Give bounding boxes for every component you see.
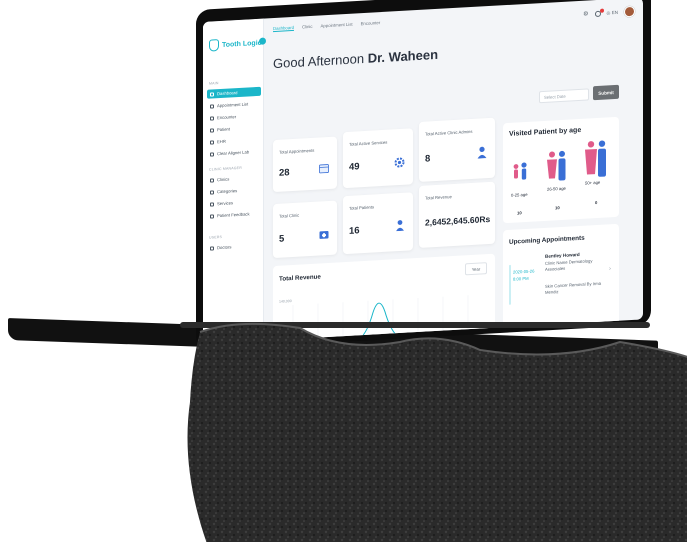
date-select[interactable]: Select Date	[539, 88, 589, 104]
age-group-label: 26-50 age	[547, 185, 566, 192]
visited-by-age-card: Visited Patient by age 0-25 age 26-50 ag…	[503, 116, 619, 224]
chevron-right-icon[interactable]: ›	[609, 266, 611, 272]
doctor-icon	[210, 245, 214, 251]
sidebar-item-appointment-list[interactable]: Appointment List	[207, 99, 261, 111]
child-figures-icon	[513, 162, 527, 180]
rock-pedestal	[187, 322, 687, 542]
tab-encounter[interactable]: Encounter	[361, 20, 381, 27]
dashboard-icon	[210, 91, 214, 97]
sidebar-item-ehr[interactable]: EHR	[207, 135, 261, 147]
logo[interactable]: Tooth Logic	[209, 37, 262, 52]
appointment-date: 2020-05-26 8:00 PM	[513, 268, 535, 282]
appointment-procedure: Skin Cancer Removal By Irma Mendiz	[545, 280, 602, 295]
submit-button[interactable]: Submit	[593, 84, 619, 101]
categories-icon	[210, 189, 214, 195]
sidebar-section-main: MAIN	[209, 81, 219, 86]
gear-icon	[394, 157, 405, 168]
appointment-accent-bar	[509, 264, 511, 305]
senior-figures-icon	[585, 140, 606, 177]
app-name: Tooth Logic	[222, 39, 262, 49]
sidebar-item-clinics[interactable]: Clinics	[207, 173, 261, 185]
age-group-count: 0	[595, 199, 598, 206]
feedback-icon	[210, 213, 214, 219]
year-filter-button[interactable]: Year	[465, 262, 487, 276]
services-icon	[210, 201, 214, 207]
sidebar-item-doctors[interactable]: Doctors	[207, 241, 261, 253]
sidebar-item-patient[interactable]: Patient	[207, 123, 261, 135]
ehr-icon	[210, 139, 214, 145]
sidebar-item-encounter[interactable]: Encounter	[207, 111, 261, 123]
page-title: Good Afternoon Dr. Waheen	[273, 46, 439, 72]
appointment-clinic: Clinic Name Dermatology Associates	[545, 258, 593, 272]
tab-appointment-list[interactable]: Appointment List	[321, 22, 353, 30]
sidebar-item-categories[interactable]: Categories	[207, 185, 261, 197]
age-group-count: 10	[555, 205, 560, 211]
stat-card-patients: Total Patients 16	[343, 192, 413, 255]
scene: Tooth Logic MAIN Dashboard Appointment L…	[0, 0, 687, 542]
globe-icon: ◎	[606, 9, 611, 15]
sidebar-section-users: USERS	[209, 234, 223, 240]
notification-badge	[599, 8, 604, 13]
top-icons: ⚙ ◎ EN	[583, 5, 635, 20]
tab-dashboard[interactable]: Dashboard	[273, 24, 295, 33]
calendar-icon	[210, 103, 214, 109]
sidebar-item-services[interactable]: Services	[207, 197, 261, 209]
age-group-count: 10	[517, 210, 522, 216]
sidebar-item-clear-aligner-lab[interactable]: Clear Aligner Lab	[207, 147, 261, 159]
language-selector[interactable]: ◎ EN	[607, 9, 618, 16]
aligner-icon	[210, 151, 214, 157]
sidebar-section-clinic: CLINIC MANAGER	[209, 165, 242, 172]
stat-card-services: Total Active Services 49	[343, 128, 413, 189]
patient-card-icon	[396, 220, 404, 232]
stat-card-clinic: Total Clinic 5	[273, 200, 337, 259]
stat-card-clinic-admins: Total Active Clinic Admins 8	[419, 117, 495, 182]
sidebar-item-patient-feedback[interactable]: Patient Feedback	[207, 209, 261, 221]
settings-icon[interactable]: ⚙	[583, 10, 588, 17]
adult-figures-icon	[547, 150, 566, 181]
appointment-doctor[interactable]: Bentley Howard	[545, 252, 580, 259]
stat-card-appointments: Total Appointments 28	[273, 136, 337, 193]
age-group-label: 0-25 age	[511, 191, 528, 198]
user-icon	[477, 146, 487, 159]
top-nav: Dashboard Clinic Appointment List Encoun…	[273, 20, 381, 33]
calendar-icon	[319, 164, 329, 174]
encounter-icon	[210, 115, 214, 121]
sidebar: Tooth Logic MAIN Dashboard Appointment L…	[203, 18, 264, 345]
patient-icon	[210, 127, 214, 133]
stat-card-revenue: Total Revenue 2,6452,645.60Rs	[419, 181, 495, 248]
clinic-building-icon	[319, 231, 329, 239]
age-group-label: 50+ age	[585, 179, 601, 186]
notification-icon[interactable]	[594, 8, 604, 17]
tooth-icon	[209, 39, 219, 52]
avatar[interactable]	[624, 5, 635, 18]
sidebar-item-dashboard[interactable]: Dashboard	[207, 86, 261, 99]
clinic-icon	[210, 177, 214, 183]
laptop-screen: Tooth Logic MAIN Dashboard Appointment L…	[203, 0, 643, 345]
tab-clinic[interactable]: Clinic	[302, 24, 313, 31]
sidebar-toggle-button[interactable]	[259, 37, 266, 45]
